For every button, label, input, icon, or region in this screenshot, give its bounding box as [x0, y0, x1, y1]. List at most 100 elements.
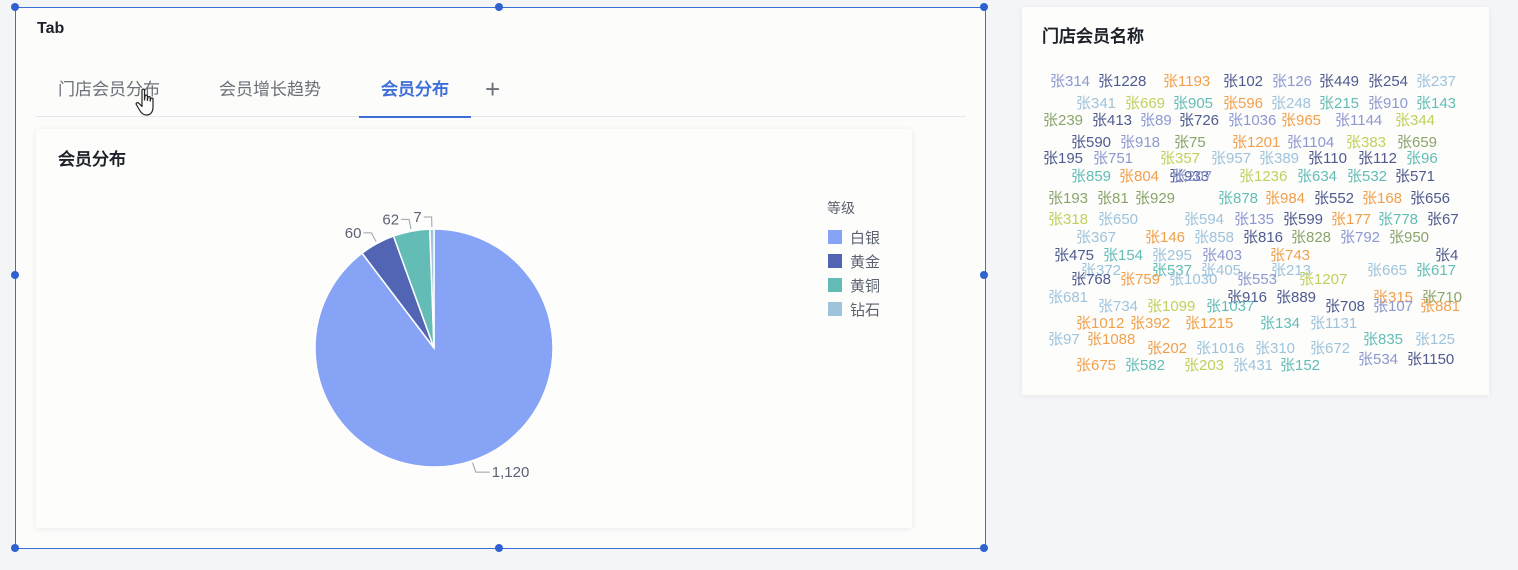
resize-handle-bottom-right[interactable] — [980, 544, 988, 552]
word-cloud-item[interactable]: 张207 — [1172, 168, 1212, 186]
word-cloud-item[interactable]: 张389 — [1259, 150, 1299, 168]
word-cloud-item[interactable]: 张1228 — [1098, 73, 1146, 91]
word-cloud-item[interactable]: 张134 — [1260, 315, 1300, 333]
word-cloud-item[interactable]: 张778 — [1378, 211, 1418, 229]
word-cloud-item[interactable]: 张669 — [1125, 95, 1165, 113]
word-cloud-item[interactable]: 张726 — [1179, 112, 1219, 130]
word-cloud-item[interactable]: 张950 — [1389, 229, 1429, 247]
word-cloud-item[interactable]: 张195 — [1043, 150, 1083, 168]
resize-handle-top-left[interactable] — [11, 3, 19, 11]
legend-label-2[interactable]: 黄铜 — [850, 278, 880, 295]
word-cloud-item[interactable]: 张929 — [1135, 190, 1175, 208]
word-cloud-item[interactable]: 张957 — [1211, 150, 1251, 168]
word-cloud-item[interactable]: 张905 — [1173, 95, 1213, 113]
word-cloud-item[interactable]: 张835 — [1363, 331, 1403, 349]
word-cloud-item[interactable]: 张708 — [1325, 298, 1365, 316]
word-cloud-item[interactable]: 张665 — [1367, 262, 1407, 280]
word-cloud-item[interactable]: 张168 — [1362, 190, 1402, 208]
word-cloud-item[interactable]: 张596 — [1223, 95, 1263, 113]
word-cloud-item[interactable]: 张126 — [1272, 73, 1312, 91]
word-cloud-item[interactable]: 张910 — [1368, 95, 1408, 113]
word-cloud-item[interactable]: 张1131 — [1310, 315, 1357, 333]
word-cloud-item[interactable]: 张96 — [1406, 150, 1438, 168]
word-cloud-item[interactable]: 张177 — [1331, 211, 1371, 229]
word-cloud-item[interactable]: 张110 — [1308, 150, 1347, 168]
word-cloud-item[interactable]: 张1037 — [1206, 298, 1254, 316]
word-cloud-item[interactable]: 张215 — [1319, 95, 1359, 113]
word-cloud-item[interactable]: 张534 — [1358, 351, 1398, 369]
word-cloud-item[interactable]: 张193 — [1048, 190, 1088, 208]
word-cloud-item[interactable]: 张135 — [1234, 211, 1274, 229]
word-cloud-item[interactable]: 张107 — [1373, 298, 1413, 316]
word-cloud-item[interactable]: 张67 — [1427, 211, 1459, 229]
word-cloud-item[interactable]: 张672 — [1310, 340, 1350, 358]
word-cloud-item[interactable]: 张152 — [1280, 357, 1320, 375]
word-cloud-item[interactable]: 张816 — [1243, 229, 1283, 247]
word-cloud-item[interactable]: 张431 — [1233, 357, 1273, 375]
word-cloud-item[interactable]: 张248 — [1271, 95, 1311, 113]
word-cloud-item[interactable]: 张146 — [1145, 229, 1185, 247]
word-cloud-item[interactable]: 张859 — [1071, 168, 1111, 186]
word-cloud-item[interactable]: 张656 — [1410, 190, 1450, 208]
word-cloud-item[interactable]: 张314 — [1050, 73, 1090, 91]
word-cloud-item[interactable]: 张571 — [1395, 168, 1435, 186]
word-cloud-item[interactable]: 张792 — [1340, 229, 1380, 247]
word-cloud-item[interactable]: 张984 — [1265, 190, 1305, 208]
tab-member-distribution[interactable]: 会员分布 — [359, 68, 471, 118]
legend-label-3[interactable]: 钻石 — [850, 302, 880, 319]
word-cloud-item[interactable]: 张1150 — [1407, 351, 1454, 369]
word-cloud-item[interactable]: 张89 — [1140, 112, 1172, 130]
resize-handle-left[interactable] — [11, 271, 19, 279]
word-cloud-item[interactable]: 张1030 — [1169, 271, 1217, 289]
word-cloud-item[interactable]: 张1144 — [1335, 112, 1382, 130]
word-cloud-item[interactable]: 张751 — [1093, 150, 1133, 168]
word-cloud-item[interactable]: 张617 — [1416, 262, 1456, 280]
word-cloud-item[interactable]: 张552 — [1314, 190, 1354, 208]
word-cloud-item[interactable]: 张112 — [1358, 150, 1397, 168]
legend-label-1[interactable]: 黄金 — [850, 254, 880, 271]
word-cloud-item[interactable]: 张237 — [1416, 73, 1456, 91]
word-cloud-item[interactable]: 张881 — [1420, 298, 1460, 316]
word-cloud-item[interactable]: 张367 — [1076, 229, 1116, 247]
word-cloud-item[interactable]: 张734 — [1098, 298, 1138, 316]
legend-swatch-3[interactable] — [828, 302, 842, 316]
word-cloud-item[interactable]: 张203 — [1184, 357, 1224, 375]
word-cloud-item[interactable]: 张681 — [1048, 289, 1088, 307]
word-cloud-item[interactable]: 张599 — [1283, 211, 1323, 229]
word-cloud-item[interactable]: 张965 — [1281, 112, 1321, 130]
word-cloud-item[interactable]: 张310 — [1255, 340, 1295, 358]
word-cloud-item[interactable]: 张97 — [1048, 331, 1080, 349]
word-cloud-item[interactable]: 张392 — [1130, 315, 1170, 333]
word-cloud-item[interactable]: 张239 — [1043, 112, 1083, 130]
add-tab-button[interactable]: + — [485, 74, 500, 104]
word-cloud-item[interactable]: 张1207 — [1299, 271, 1347, 289]
word-cloud-item[interactable]: 张804 — [1119, 168, 1159, 186]
word-cloud-item[interactable]: 张1215 — [1185, 315, 1233, 333]
word-cloud-item[interactable]: 张1088 — [1087, 331, 1135, 349]
word-cloud-item[interactable]: 张858 — [1194, 229, 1234, 247]
word-cloud-item[interactable]: 张341 — [1076, 95, 1116, 113]
word-cloud-item[interactable]: 张650 — [1098, 211, 1138, 229]
tab-member-growth-trend[interactable]: 会员增长趋势 — [219, 68, 321, 117]
word-cloud-item[interactable]: 张125 — [1415, 331, 1455, 349]
word-cloud-item[interactable]: 张634 — [1297, 168, 1337, 186]
word-cloud-item[interactable]: 张1036 — [1228, 112, 1276, 130]
legend-label-0[interactable]: 白银 — [850, 230, 880, 247]
word-cloud-item[interactable]: 张532 — [1347, 168, 1387, 186]
word-cloud-item[interactable]: 张344 — [1395, 112, 1435, 130]
word-cloud-item[interactable]: 张318 — [1048, 211, 1088, 229]
legend-swatch-0[interactable] — [828, 230, 842, 244]
word-cloud-item[interactable]: 张1099 — [1147, 298, 1195, 316]
word-cloud-item[interactable]: 张553 — [1237, 271, 1277, 289]
word-cloud-item[interactable]: 张582 — [1125, 357, 1165, 375]
word-cloud-item[interactable]: 张413 — [1092, 112, 1132, 130]
word-cloud-item[interactable]: 张828 — [1291, 229, 1331, 247]
word-cloud-item[interactable]: 张594 — [1184, 211, 1224, 229]
word-cloud-item[interactable]: 张449 — [1319, 73, 1359, 91]
word-cloud-item[interactable]: 张1193 — [1163, 73, 1210, 91]
tab-widget[interactable]: Tab 门店会员分布 会员增长趋势 会员分布 + 会员分布 1,120 60 62 7… — [11, 3, 988, 552]
resize-handle-bottom[interactable] — [495, 544, 503, 552]
word-cloud-item[interactable]: 张254 — [1368, 73, 1408, 91]
word-cloud-item[interactable]: 张202 — [1147, 340, 1187, 358]
word-cloud-item[interactable]: 张878 — [1218, 190, 1258, 208]
